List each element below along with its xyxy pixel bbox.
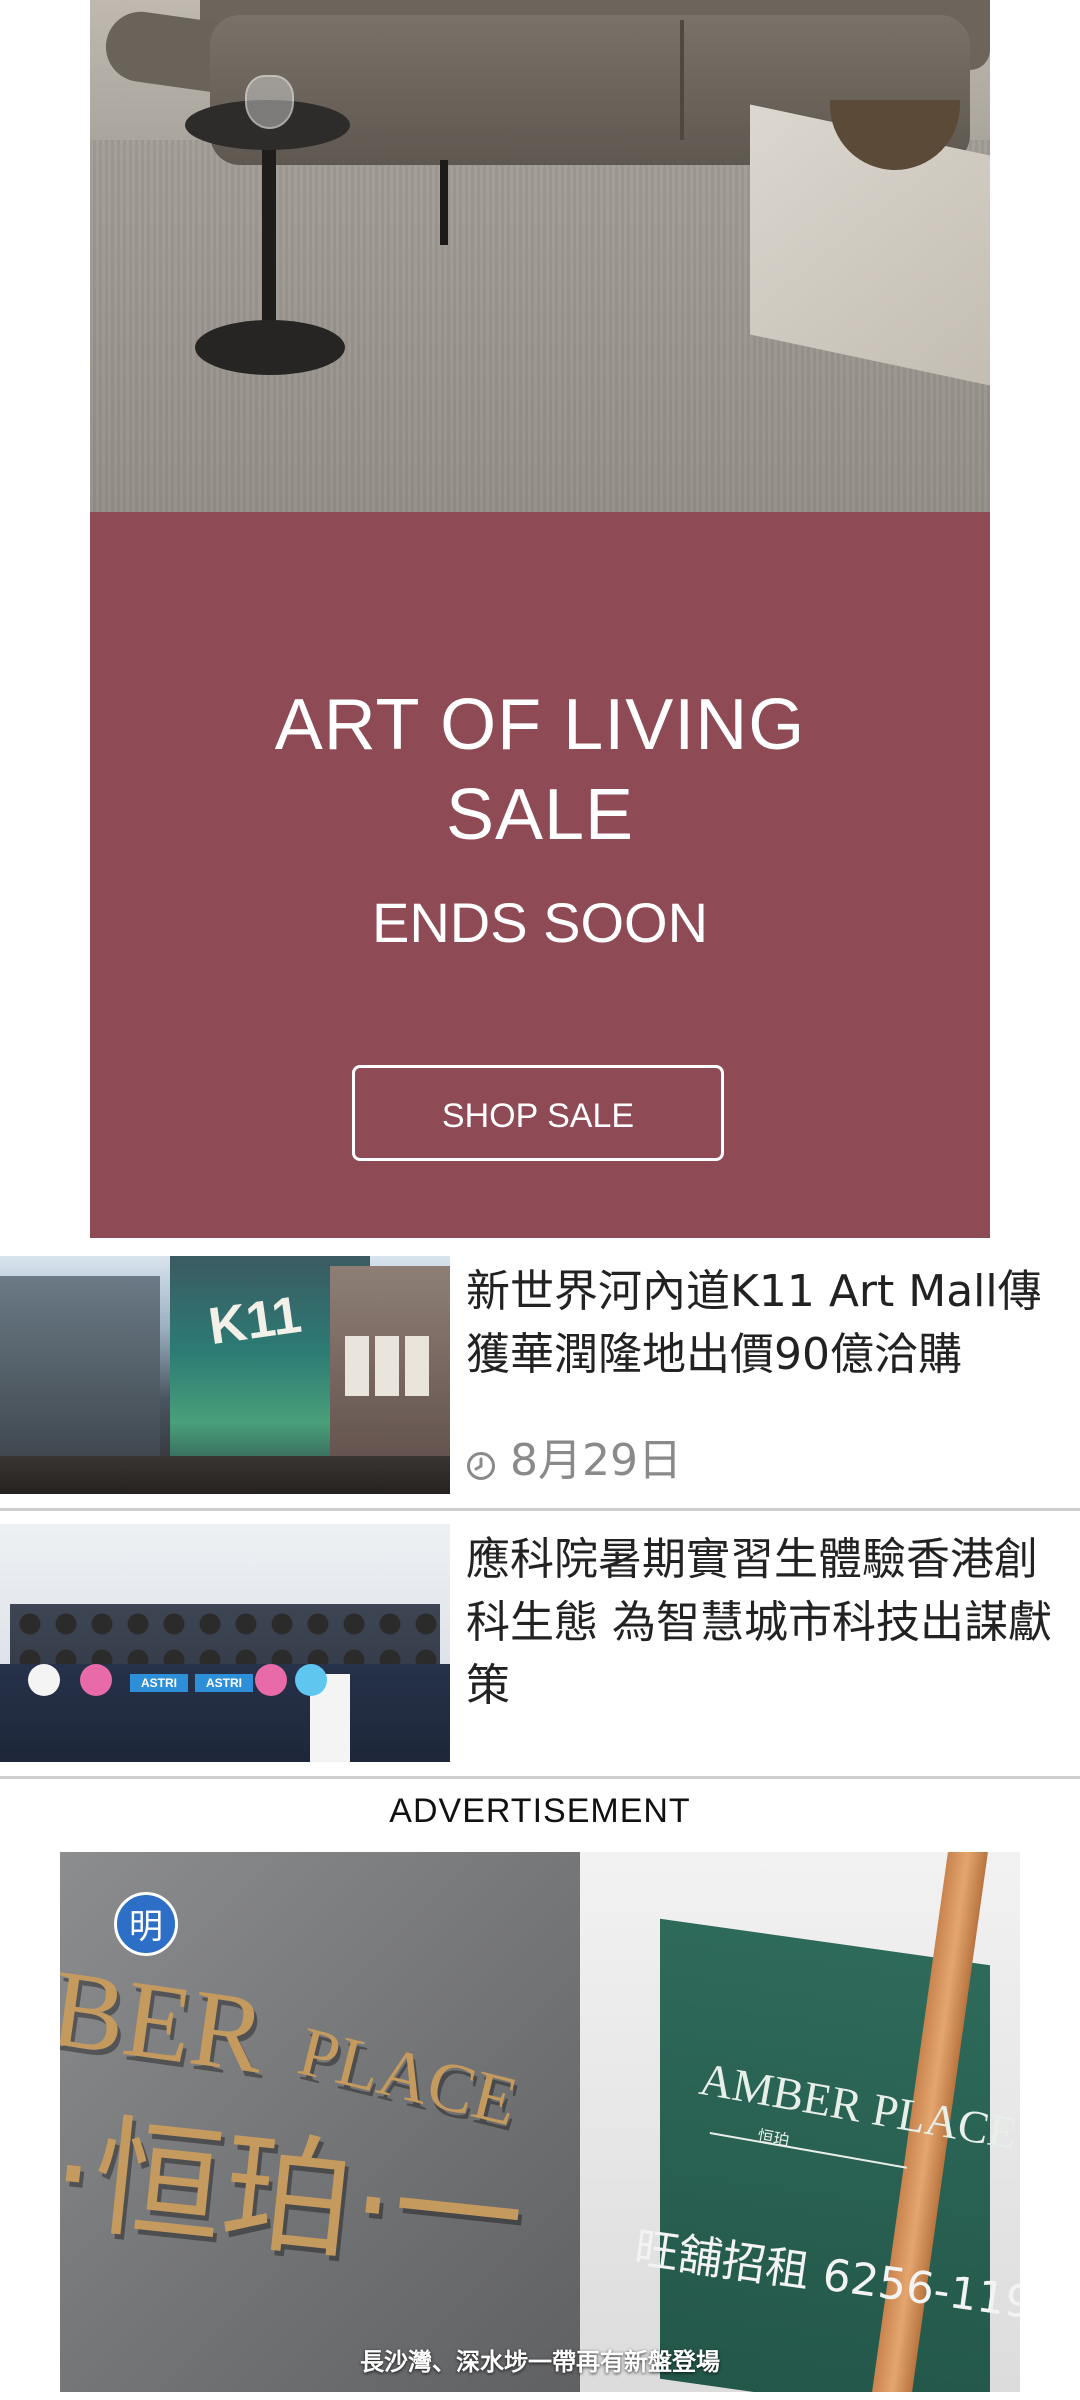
- news-item-k11[interactable]: K11 新世界河內道K11 Art Mall傳獲華潤隆地出價90億洽購 8月29…: [0, 1256, 1080, 1496]
- ad-subline: ENDS SOON: [371, 891, 709, 954]
- advertisement-label: ADVERTISEMENT: [389, 1792, 691, 1830]
- ad-sofa-image: [90, 0, 990, 512]
- news-thumbnail[interactable]: K11: [0, 1256, 450, 1494]
- divider: [0, 1508, 1080, 1511]
- news-headline[interactable]: 應科院暑期實習生體驗香港創科生態 為智慧城市科技出謀獻策: [466, 1528, 1074, 1717]
- sign-letters-ber: BER: [60, 1946, 273, 2097]
- shop-sale-button[interactable]: SHOP SALE: [352, 1065, 724, 1161]
- top-banner-ad[interactable]: ART OF LIVING SALE ENDS SOON SHOP SALE: [90, 0, 990, 1238]
- ad-promo-panel: ART OF LIVING SALE ENDS SOON SHOP SALE: [90, 512, 990, 1238]
- news-date-text: 8月29日: [510, 1435, 682, 1486]
- ad-headline: ART OF LIVING SALE: [274, 685, 806, 855]
- news-date: 8月29日: [466, 1428, 682, 1486]
- clock-icon: [466, 1441, 496, 1480]
- news-thumbnail[interactable]: ASTRI ASTRI: [0, 1524, 450, 1762]
- astri-sign: ASTRI: [130, 1674, 188, 1692]
- ad-caption: 長沙灣、深水埗一帶再有新盤登場: [360, 2348, 720, 2376]
- divider: [0, 1776, 1080, 1779]
- astri-sign: ASTRI: [195, 1674, 253, 1692]
- amber-place-ad[interactable]: BER PLACE ·恒珀·一 AMBER PLACE 恒珀 旺舖招租 6256…: [60, 1852, 1020, 2392]
- news-item-astri[interactable]: ASTRI ASTRI 應科院暑期實習生體驗香港創科生態 為智慧城市科技出謀獻策: [0, 1524, 1080, 1764]
- ming-pao-badge-icon: 明: [114, 1892, 178, 1956]
- news-headline[interactable]: 新世界河內道K11 Art Mall傳獲華潤隆地出價90億洽購: [466, 1260, 1074, 1386]
